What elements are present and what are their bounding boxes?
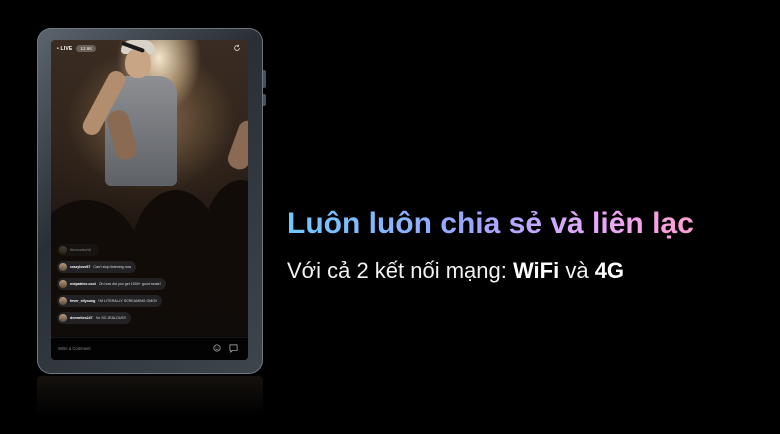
comment-user: crazylove87 bbox=[70, 265, 91, 269]
comment-text: I'M LITERALLY SCREAMING OMG!! bbox=[98, 299, 158, 303]
tablet-device: • LIVE 12.6K fitnessfan18 crazylove87 Can'… bbox=[37, 28, 263, 374]
avatar bbox=[59, 297, 67, 305]
chat-icon[interactable] bbox=[229, 344, 238, 353]
comment-user: fitnessfan18 bbox=[70, 248, 91, 252]
avatar bbox=[59, 280, 67, 288]
comment-user: deewrites247 bbox=[70, 316, 93, 320]
power-button bbox=[263, 94, 266, 106]
subline-prefix: Với cả 2 kết nối mạng: bbox=[287, 258, 513, 283]
performer-head bbox=[125, 48, 151, 78]
comment-input-placeholder[interactable]: Write a Comment bbox=[58, 346, 91, 351]
refresh-icon[interactable] bbox=[233, 44, 241, 52]
comment-item: notpatrice.cool Oh how did you get 1000+ … bbox=[57, 278, 167, 290]
comment-user: notpatrice.cool bbox=[70, 282, 96, 286]
avatar bbox=[59, 314, 67, 322]
subline: Với cả 2 kết nối mạng: WiFi và 4G bbox=[287, 258, 624, 284]
volume-button bbox=[263, 70, 266, 88]
viewer-count: 12.6K bbox=[76, 45, 97, 52]
tablet-reflection bbox=[37, 376, 263, 416]
4g-label: 4G bbox=[594, 258, 625, 283]
comment-item: crazylove87 Can't stop listening now bbox=[57, 261, 137, 273]
comment-text: Oh how did you get 1000+ good seats? bbox=[98, 282, 162, 286]
wifi-label: WiFi bbox=[512, 258, 560, 283]
comment-user: fever_ellyoung bbox=[70, 299, 96, 303]
comment-item: fitnessfan18 bbox=[57, 244, 99, 256]
comment-text: I'm SO JEALOUS!! bbox=[95, 316, 126, 320]
emoji-icon[interactable] bbox=[213, 344, 221, 352]
comment-input-bar[interactable]: Write a Comment bbox=[51, 337, 248, 360]
headline: Luôn luôn chia sẻ và liên lạc bbox=[287, 207, 694, 240]
avatar bbox=[59, 263, 67, 271]
live-status: • LIVE 12.6K bbox=[57, 45, 97, 52]
comment-text: Can't stop listening now bbox=[93, 265, 132, 269]
raised-hand bbox=[225, 117, 248, 173]
comment-item: fever_ellyoung I'M LITERALLY SCREAMING OM… bbox=[57, 295, 163, 307]
tablet-screen: • LIVE 12.6K fitnessfan18 crazylove87 Can'… bbox=[51, 40, 248, 360]
comment-feed: fitnessfan18 crazylove87 Can't stop listen… bbox=[57, 244, 207, 329]
comment-item: deewrites247 I'm SO JEALOUS!! bbox=[57, 312, 131, 324]
live-label: • LIVE bbox=[57, 45, 73, 52]
subline-connector: và bbox=[559, 258, 595, 283]
avatar bbox=[59, 246, 67, 254]
